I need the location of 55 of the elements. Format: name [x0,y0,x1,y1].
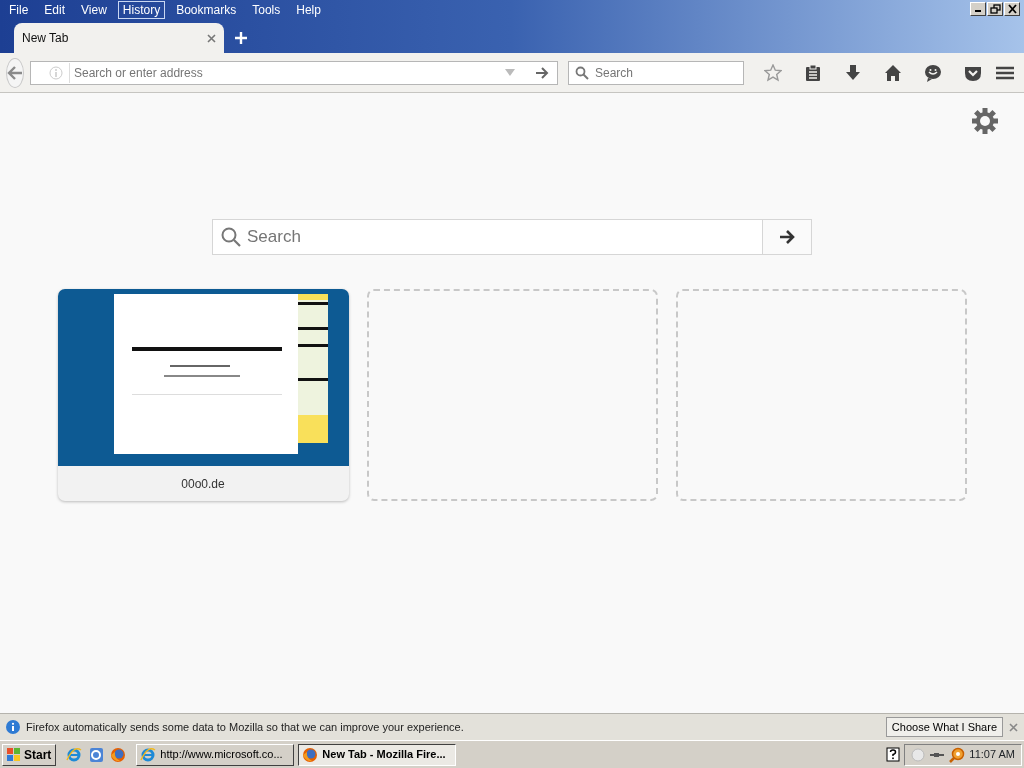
tile-label: 00o0.de [180,475,226,493]
firefox-icon[interactable] [110,746,127,763]
clipboard-icon[interactable] [804,63,822,82]
minimize-button[interactable] [970,2,986,16]
browser-tab[interactable]: New Tab [14,23,224,53]
close-button[interactable] [1004,2,1020,16]
minimize-icon [975,10,981,12]
home-icon[interactable] [884,63,902,82]
search-icon [221,227,241,247]
new-tab-icon[interactable] [234,31,248,45]
back-arrow-icon [7,65,23,80]
restore-icon [989,4,1001,14]
menu-item[interactable]: Bookmarks [171,1,242,19]
restore-button[interactable] [987,2,1003,16]
info-icon [6,720,20,734]
choose-share-button[interactable]: Choose What I Share [885,716,1003,738]
arrow-icon [779,230,795,244]
smiley-icon[interactable] [924,63,942,82]
close-icon[interactable] [207,33,216,43]
help-icon[interactable] [886,746,901,763]
menu-item[interactable]: View [76,1,112,19]
menu-item[interactable]: Edit [39,1,71,19]
settings-icon[interactable] [972,108,998,134]
magnifier-icon[interactable] [949,746,966,763]
clock-text: 11:07 AM [969,747,1015,763]
close-icon[interactable] [1009,722,1018,732]
firefox-icon [302,746,319,763]
start-button[interactable]: Start [2,743,57,766]
menu-item[interactable]: Tools [247,1,286,19]
download-icon[interactable] [844,63,862,82]
search-field[interactable]: Search [593,62,743,83]
address-field[interactable]: Search or enter address [69,62,493,83]
site-tile[interactable]: 00o0.de [57,289,349,501]
page-search-field[interactable]: Search [241,223,762,251]
bookmark-star-icon[interactable] [764,63,782,82]
windows-logo-icon [7,747,21,762]
close-icon [1006,4,1018,14]
address-bar[interactable]: Search or enter address [30,60,558,85]
outlook-icon[interactable] [88,746,105,763]
menu-icon[interactable] [996,65,1014,80]
search-bar[interactable]: Search [568,60,744,85]
taskbar-button[interactable]: http://www.microsoft.co... [136,743,295,766]
page-search-bar[interactable]: Search [212,219,812,255]
browser-icon [140,746,157,763]
search-icon [575,65,589,80]
menu-item[interactable]: History [117,1,166,19]
taskbar-button[interactable]: New Tab - Mozilla Fire... [298,743,457,766]
info-icon [49,65,63,80]
menu-item[interactable]: Help [291,1,326,19]
back-button[interactable] [6,57,24,88]
search-submit-button[interactable] [762,220,811,254]
menu-item[interactable]: File [4,1,34,19]
cable-icon[interactable] [929,750,946,759]
notification-text: Firefox automatically sends some data to Mozilla so that we can improve your experience. [26,719,464,735]
go-arrow-icon[interactable] [535,66,549,79]
